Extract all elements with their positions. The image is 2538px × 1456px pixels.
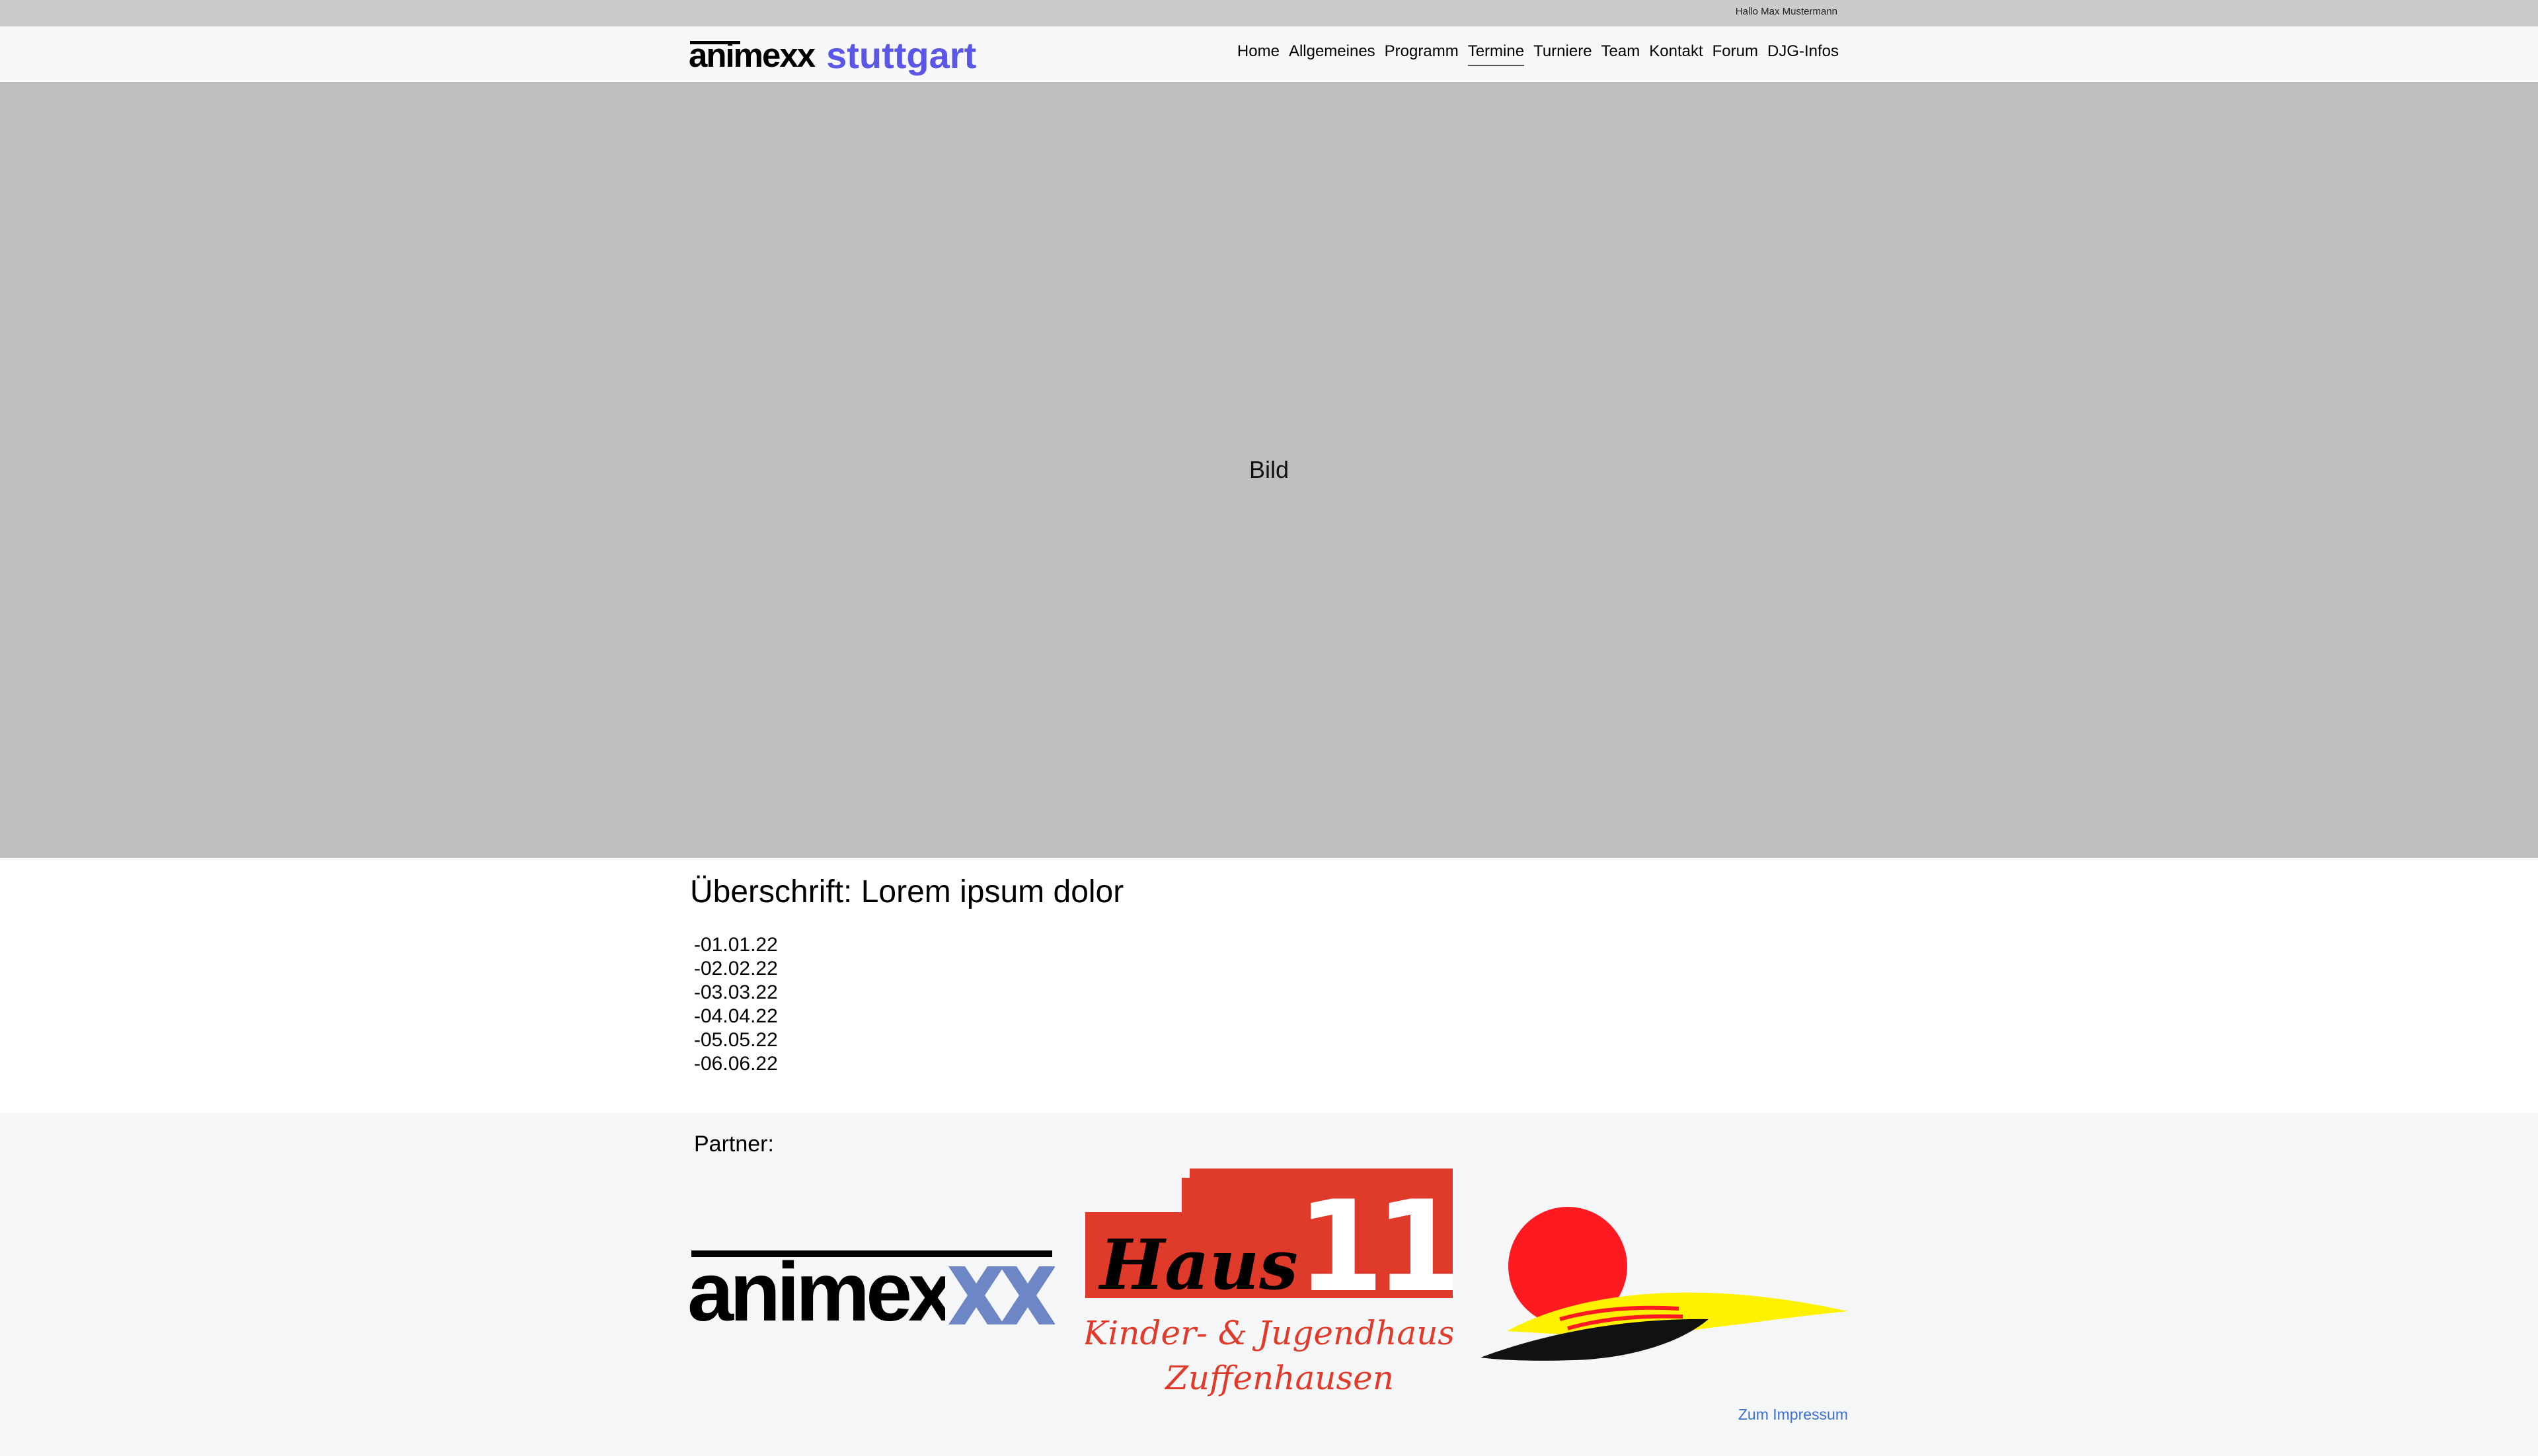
hero-label: Bild	[1249, 456, 1289, 483]
nav-kontakt[interactable]: Kontakt	[1649, 42, 1703, 66]
page-heading: Überschrift: Lorem ipsum dolor	[690, 874, 1124, 909]
nav-home[interactable]: Home	[1237, 42, 1280, 66]
date-item: -06.06.22	[694, 1053, 778, 1075]
nav-djg-infos[interactable]: DJG-Infos	[1767, 42, 1839, 66]
impressum-link[interactable]: Zum Impressum	[1738, 1406, 1848, 1424]
logo-city-text: stuttgart	[826, 34, 977, 76]
haus11-title: Haus	[1098, 1224, 1298, 1305]
nav-allgemeines[interactable]: Allgemeines	[1289, 42, 1375, 66]
haus11-line1: Kinder- & Jugendhaus	[1085, 1314, 1453, 1352]
hero-image-placeholder: Bild	[0, 82, 2538, 858]
nav-turniere[interactable]: Turniere	[1533, 42, 1592, 66]
nav-programm[interactable]: Programm	[1385, 42, 1459, 66]
site-logo[interactable]: animexx stuttgart	[689, 33, 976, 77]
site-header: animexx stuttgart Home Allgemeines Progr…	[0, 26, 2538, 82]
date-item: -02.02.22	[694, 958, 778, 979]
nav-forum[interactable]: Forum	[1712, 42, 1758, 66]
date-item: -01.01.22	[694, 934, 778, 956]
nav-team[interactable]: Team	[1601, 42, 1640, 66]
haus11-number: 11	[1297, 1174, 1453, 1320]
partner-logo-animexx[interactable]: animexx	[687, 1246, 1055, 1332]
partner-logo-haus11[interactable]: Haus 11 Kinder- & Jugendhaus Zuffenhause…	[1085, 1169, 1453, 1400]
date-item: -03.03.22	[694, 981, 778, 1003]
date-item: -05.05.22	[694, 1029, 778, 1051]
nav-termine[interactable]: Termine	[1467, 42, 1525, 66]
dates-list: -01.01.22 -02.02.22 -03.03.22 -04.04.22 …	[694, 933, 778, 1076]
main-nav: Home Allgemeines Programm Termine Turnie…	[1237, 42, 1839, 66]
footer: Partner: animexx Haus 11 Kinder- & Jugen…	[0, 1113, 2538, 1456]
partner-label: Partner:	[694, 1131, 774, 1157]
partner-logo-sun[interactable]	[1480, 1206, 1848, 1364]
user-greeting: Hallo Max Mustermann	[1735, 6, 1837, 17]
top-bar: Hallo Max Mustermann	[0, 0, 2538, 26]
haus11-line2: Zuffenhausen	[1164, 1359, 1394, 1397]
logo-animexx-text: animexx	[689, 36, 816, 74]
date-item: -04.04.22	[694, 1005, 778, 1027]
